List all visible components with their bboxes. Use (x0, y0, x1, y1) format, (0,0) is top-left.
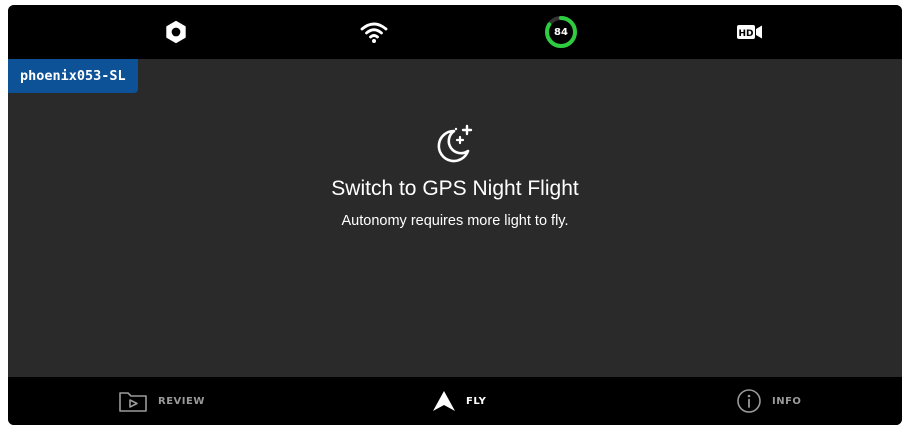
video-quality-button[interactable]: HD (735, 5, 765, 59)
notice-title: Switch to GPS Night Flight (331, 177, 579, 200)
play-folder-icon (119, 392, 147, 412)
moon-stars-icon (437, 124, 473, 163)
drone-app-screen: 84 HD phoenix053-SL Switch to GPS Night … (8, 5, 902, 425)
tab-review[interactable]: REVIEW (118, 377, 205, 425)
gear-icon (166, 20, 186, 44)
battery-level-text: 84 (554, 26, 568, 38)
battery-indicator[interactable]: 84 (543, 5, 579, 59)
svg-text:HD: HD (738, 29, 753, 39)
top-status-bar: 84 HD (8, 5, 902, 59)
tab-review-label: REVIEW (158, 395, 205, 407)
tab-fly[interactable]: FLY (432, 377, 486, 425)
settings-button[interactable] (158, 5, 194, 59)
wifi-icon (360, 22, 388, 43)
tab-info-label: INFO (772, 395, 802, 407)
notice-subtitle: Autonomy requires more light to fly. (341, 213, 569, 229)
bottom-tab-bar: REVIEW FLY INFO (8, 377, 902, 425)
wifi-button[interactable] (356, 5, 392, 59)
battery-gauge: 84 (543, 14, 579, 50)
navigation-arrow-icon (433, 391, 455, 411)
hd-video-icon: HD (737, 25, 762, 39)
device-name-badge: phoenix053-SL (8, 59, 138, 93)
tab-info[interactable]: INFO (736, 377, 801, 425)
night-flight-notice: Switch to GPS Night Flight Autonomy requ… (8, 123, 902, 229)
info-icon (737, 389, 761, 413)
tab-fly-label: FLY (466, 395, 487, 407)
